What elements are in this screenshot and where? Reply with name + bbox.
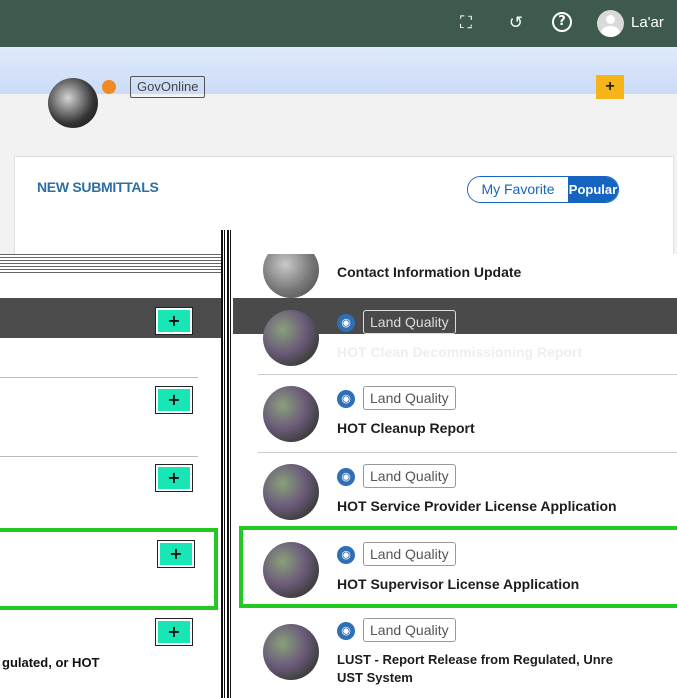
history-icon[interactable]: ↺ <box>505 12 527 34</box>
list-item[interactable]: ◉ Land Quality HOT Cleanup Report <box>233 376 677 456</box>
globe-icon: ◉ <box>337 622 355 640</box>
help-icon[interactable]: ? <box>552 12 572 32</box>
item-avatar <box>263 386 319 442</box>
item-title: Contact Information Update <box>337 264 522 280</box>
list-item-selected[interactable]: ◉ Land Quality HOT Supervisor License Ap… <box>233 532 677 612</box>
submittal-tag: GovOnline <box>130 76 206 98</box>
add-item-button[interactable]: + <box>155 307 193 335</box>
submittal-avatar <box>48 78 98 128</box>
item-category-tag: Land Quality <box>363 618 456 642</box>
item-title: HOT Service Provider License Application <box>337 498 617 514</box>
item-title: HOT Cleanup Report <box>337 420 475 436</box>
item-avatar <box>263 624 319 680</box>
top-navigation-bar: ⛶ ↺ ? La'ar <box>0 0 677 47</box>
globe-icon: ◉ <box>337 468 355 486</box>
list-item[interactable]: ◉ Land Quality HOT Clean Decommissioning… <box>233 298 677 378</box>
popular-tab[interactable]: Popular <box>568 177 618 202</box>
add-item-button[interactable]: + <box>155 464 193 492</box>
add-item-button[interactable]: + <box>155 386 193 414</box>
left-item-text: gulated, or HOT <box>2 655 100 670</box>
pane-divider[interactable] <box>221 230 233 698</box>
add-submittal-button[interactable]: + <box>596 75 624 99</box>
item-avatar <box>263 542 319 598</box>
my-favorite-tab[interactable]: My Favorite <box>468 177 568 202</box>
rss-badge-icon <box>102 80 116 94</box>
item-title: LUST - Report Release from Regulated, Un… <box>337 652 613 667</box>
right-list-pane: Contact Information Update ◉ Land Qualit… <box>233 254 677 698</box>
item-category-tag: Land Quality <box>363 310 456 334</box>
item-title-line2: UST System <box>337 670 413 685</box>
user-avatar[interactable] <box>597 10 624 37</box>
item-title: HOT Clean Decommissioning Report <box>337 344 583 360</box>
item-avatar <box>263 464 319 520</box>
glitch-stripe <box>0 254 228 274</box>
globe-icon: ◉ <box>337 314 355 332</box>
left-row-divider <box>0 456 198 457</box>
user-name[interactable]: La'ar <box>631 14 664 31</box>
item-avatar <box>263 254 319 298</box>
favorite-popular-toggle: My Favorite Popular <box>467 176 619 203</box>
row-divider <box>258 452 677 453</box>
list-item[interactable]: ◉ Land Quality HOT Service Provider Lice… <box>233 454 677 534</box>
card-title: NEW SUBMITTALS <box>37 179 159 195</box>
new-submittals-card: NEW SUBMITTALS My Favorite Popular <box>14 156 674 256</box>
list-item[interactable]: ◉ Land Quality LUST - Report Release fro… <box>233 614 677 698</box>
item-avatar <box>263 310 319 366</box>
item-category-tag: Land Quality <box>363 464 456 488</box>
item-category-tag: Land Quality <box>363 542 456 566</box>
item-category-tag: Land Quality <box>363 386 456 410</box>
left-row-highlight <box>0 298 228 338</box>
globe-icon: ◉ <box>337 390 355 408</box>
item-title: HOT Supervisor License Application <box>337 576 580 592</box>
left-selected-outline <box>0 528 218 610</box>
row-divider <box>258 374 677 375</box>
fullscreen-icon[interactable]: ⛶ <box>455 12 477 34</box>
add-item-button[interactable]: + <box>155 618 193 646</box>
globe-icon: ◉ <box>337 546 355 564</box>
screen-root: ⛶ ↺ ? La'ar NEW SUBMITTALS My Favorite P… <box>0 0 677 698</box>
left-row-divider <box>0 377 198 378</box>
